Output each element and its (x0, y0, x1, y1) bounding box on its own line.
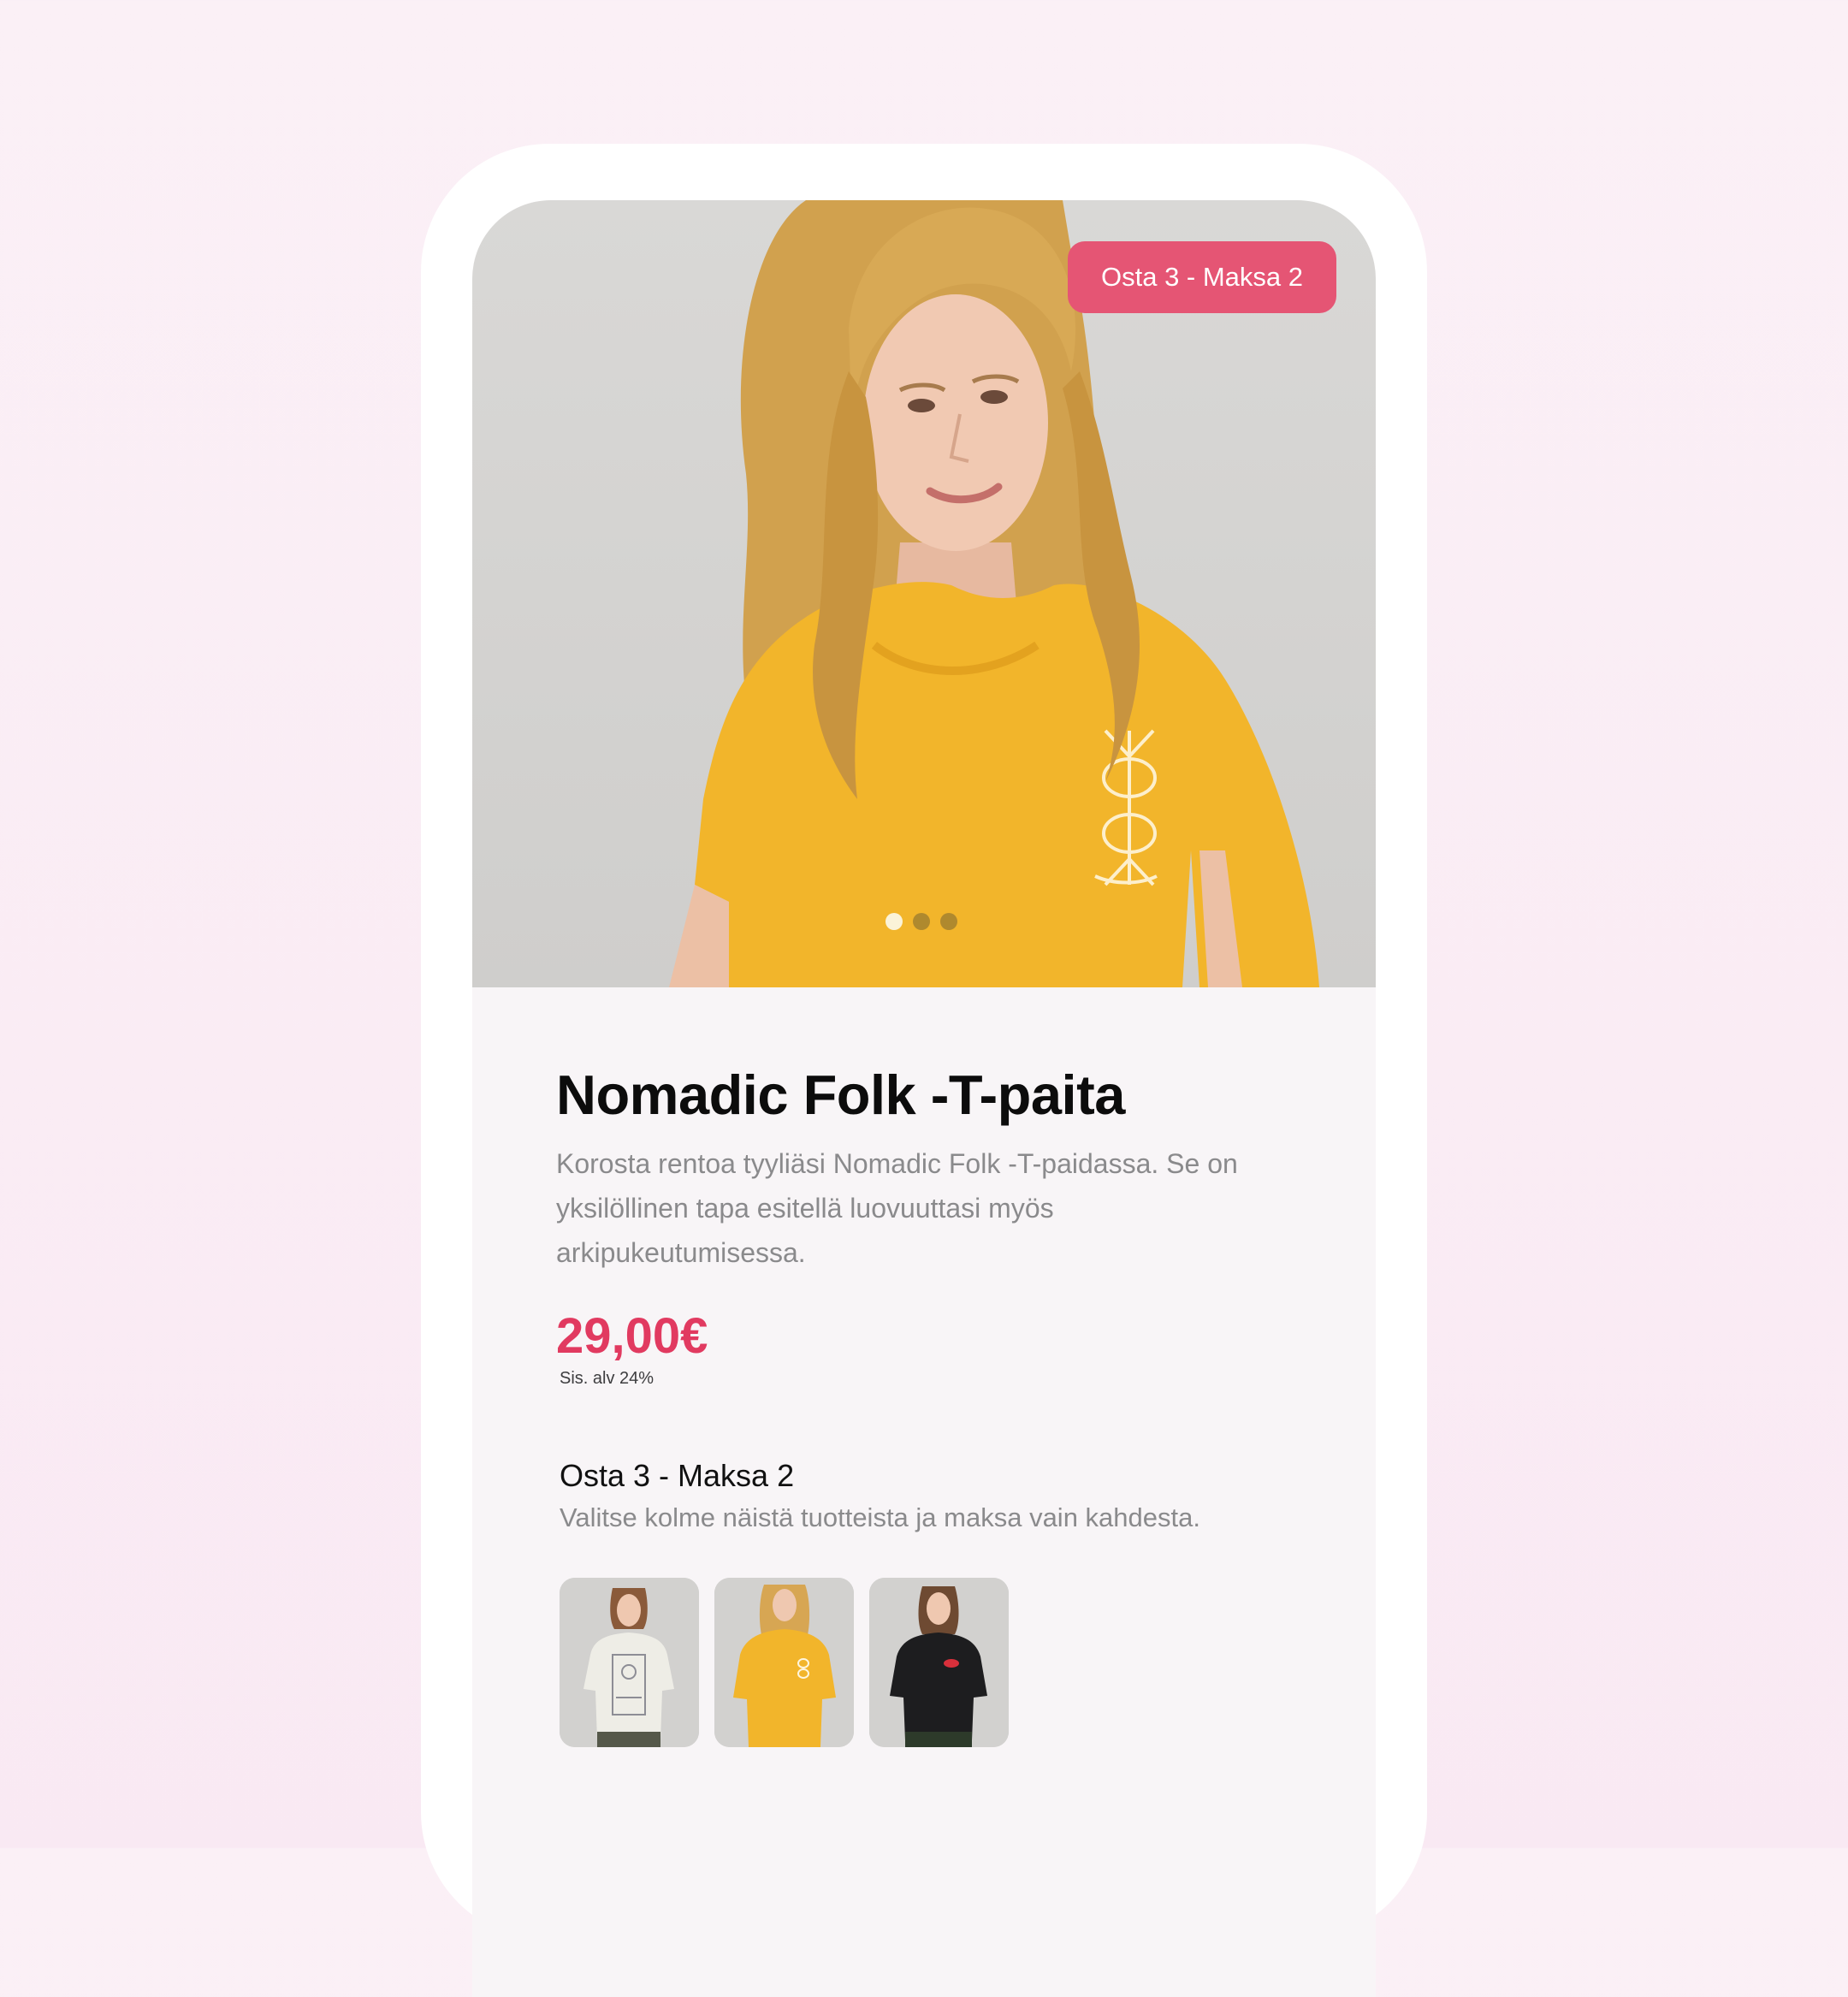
offer-product-list (560, 1578, 1009, 1747)
offer-product-black-tshirt[interactable] (869, 1578, 1009, 1747)
white-tshirt-image (560, 1578, 699, 1747)
carousel-dot-2[interactable] (913, 913, 930, 930)
product-price: 29,00€ (556, 1308, 708, 1364)
product-screen: Osta 3 - Maksa 2 Nomadic Folk -T-paita K… (472, 200, 1376, 1997)
black-tshirt-image (869, 1578, 1009, 1747)
offer-product-white-tshirt[interactable] (560, 1578, 699, 1747)
vat-note: Sis. alv 24% (560, 1369, 654, 1388)
offer-product-yellow-tshirt[interactable] (714, 1578, 854, 1747)
product-photo (669, 200, 1319, 987)
offer-description: Valitse kolme näistä tuotteista ja maksa… (560, 1502, 1200, 1532)
product-description: Korosta rentoa tyyliäsi Nomadic Folk -T-… (556, 1148, 1238, 1268)
offer-title: Osta 3 - Maksa 2 (560, 1458, 795, 1493)
product-title: Nomadic Folk -T-paita (556, 1064, 1125, 1126)
carousel-dot-1[interactable] (886, 913, 903, 930)
phone-frame: Osta 3 - Maksa 2 Nomadic Folk -T-paita K… (421, 144, 1427, 1997)
promo-badge: Osta 3 - Maksa 2 (1068, 241, 1336, 313)
carousel-dots (886, 913, 957, 932)
product-image-carousel[interactable]: Osta 3 - Maksa 2 (472, 200, 1376, 987)
yellow-tshirt-image (714, 1578, 854, 1747)
carousel-dot-3[interactable] (940, 913, 957, 930)
